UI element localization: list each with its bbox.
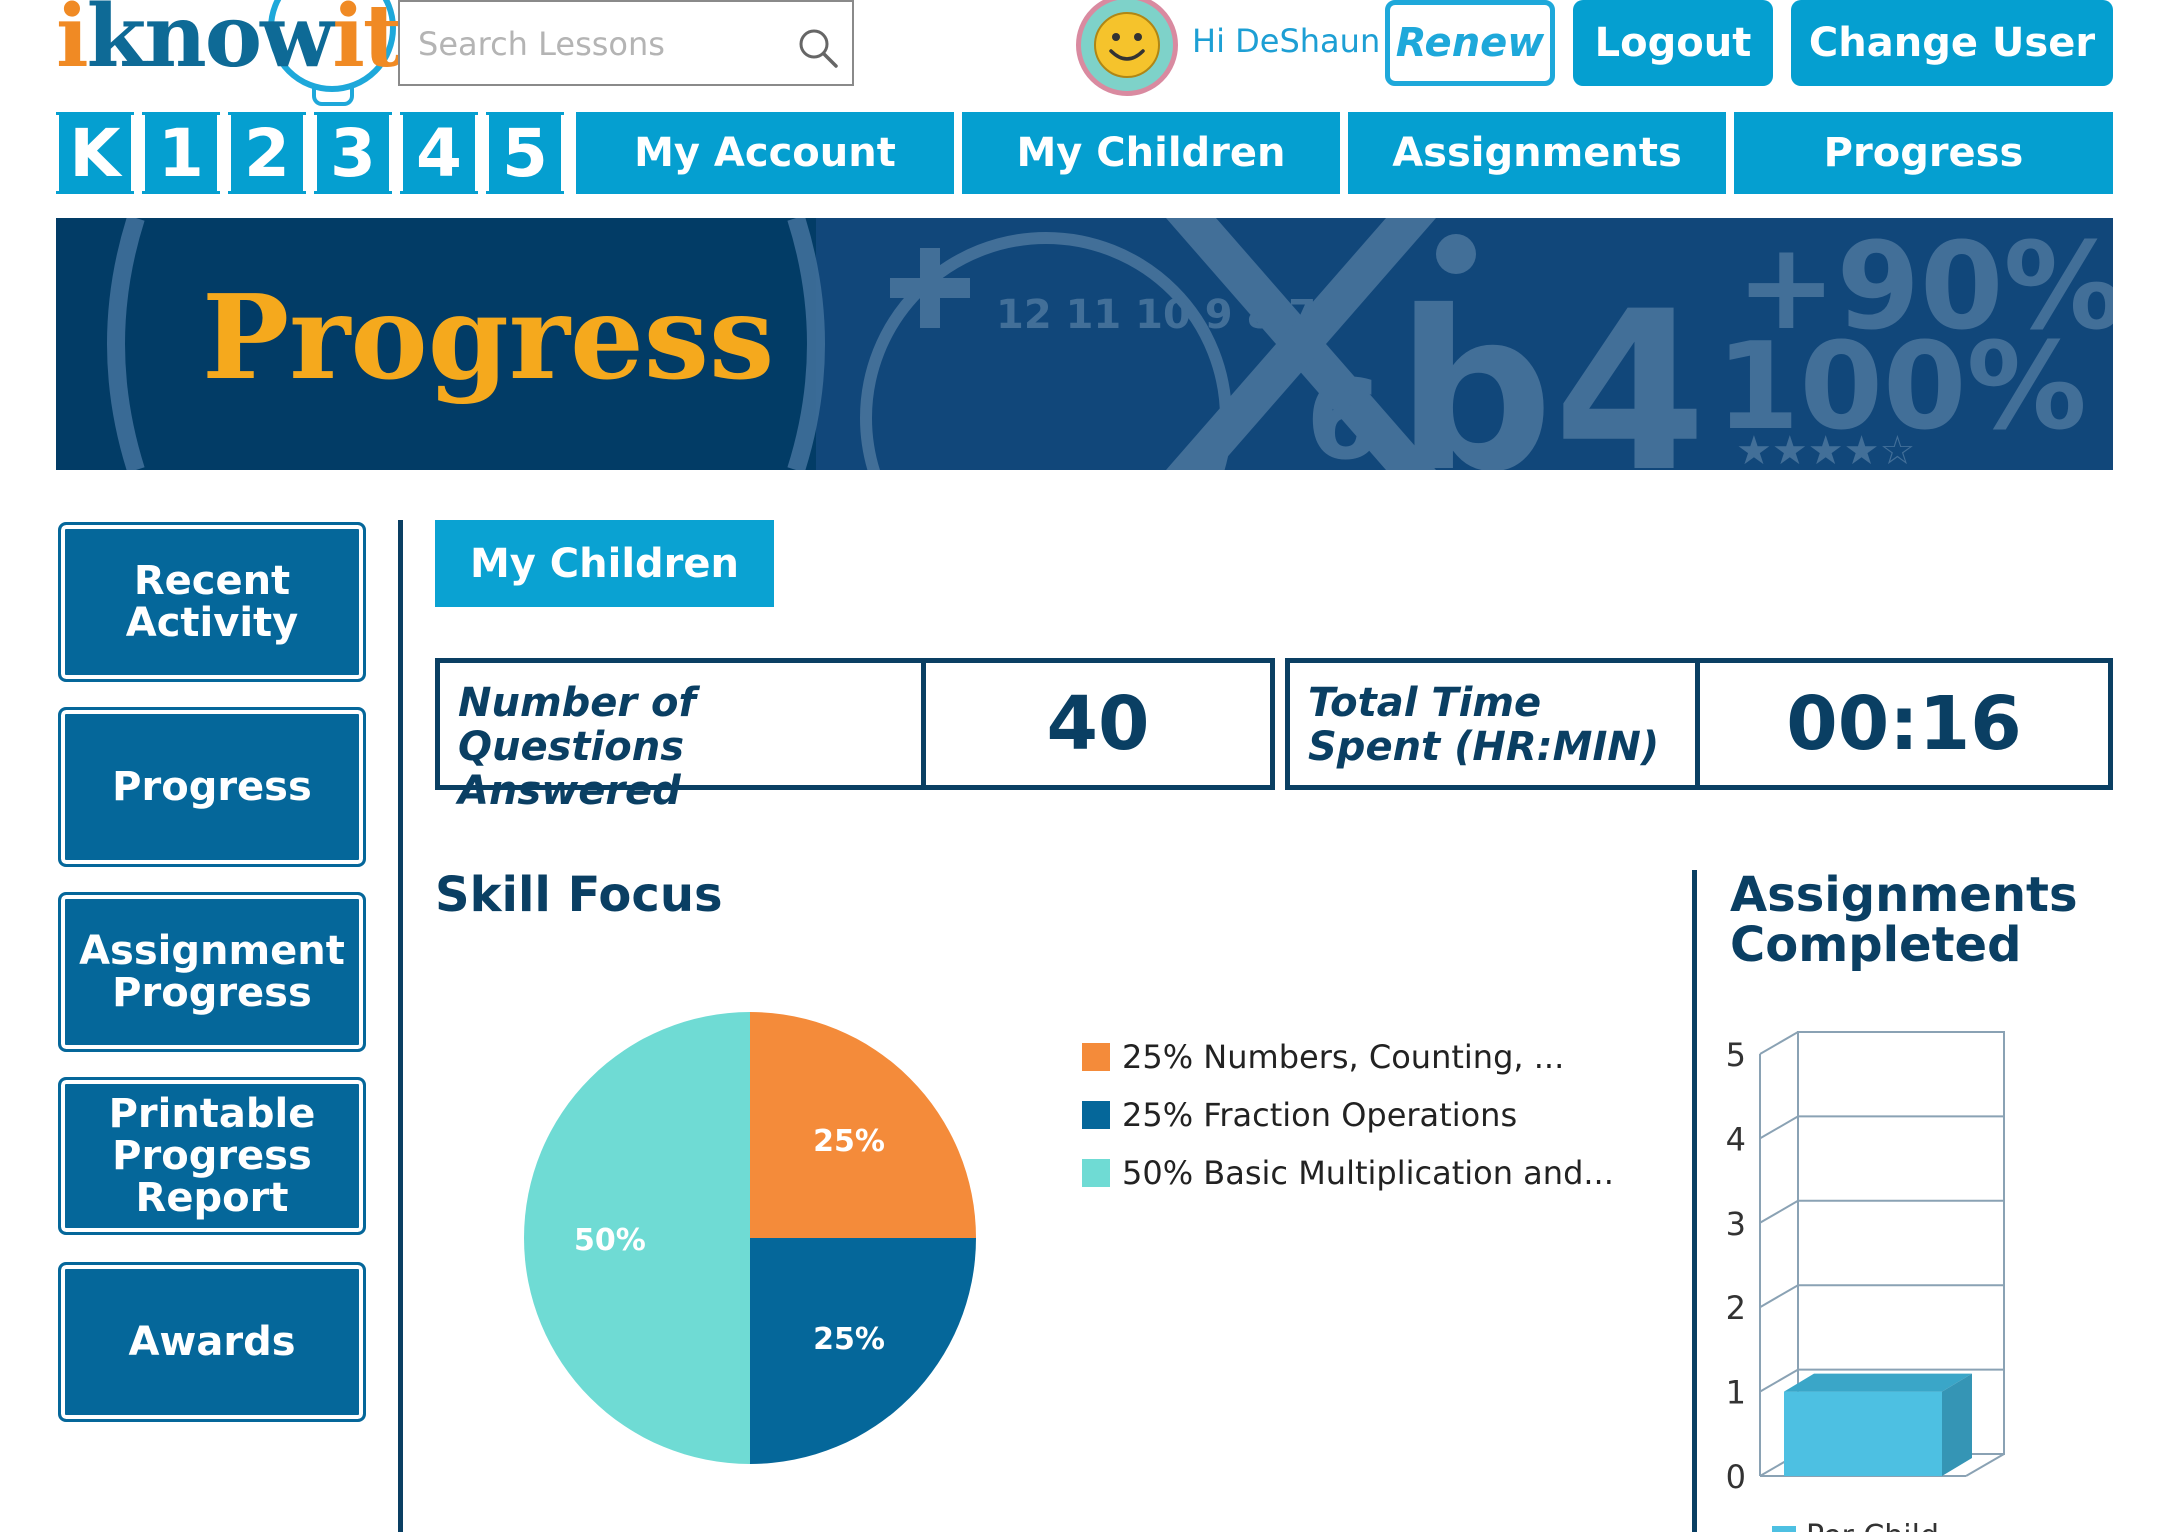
pie-slice-label: 25% (813, 1322, 885, 1357)
y-tick-label: 0 (1726, 1458, 1746, 1496)
y-tick-label: 1 (1726, 1374, 1746, 1412)
legend-item[interactable]: 25% Fraction Operations (1082, 1086, 1614, 1144)
y-tick-label: 5 (1726, 1036, 1746, 1074)
bar-legend-swatch (1772, 1526, 1796, 1532)
legend-swatch (1082, 1101, 1110, 1129)
y-tick-label: 2 (1726, 1289, 1746, 1327)
legend-label: 25% Fraction Operations (1122, 1096, 1518, 1134)
legend-label: 50% Basic Multiplication and... (1122, 1154, 1614, 1192)
gridline-side (1759, 1199, 1799, 1224)
legend-item[interactable]: 50% Basic Multiplication and... (1082, 1144, 1614, 1202)
bar-chart: 0 1 2 3 4 5 Per Child (1726, 1031, 2005, 1532)
page: iknowit Hi DeShaun Renew Logout Change U… (0, 0, 2160, 1532)
gridline-side (1759, 1284, 1799, 1309)
legend-swatch (1082, 1159, 1110, 1187)
charts-surface: 25% 25% 50% 0 1 2 3 4 5 Per Child (524, 1012, 2005, 1532)
legend-swatch (1082, 1043, 1110, 1071)
y-tick-label: 3 (1726, 1205, 1746, 1243)
pie-legend: 25% Numbers, Counting, ... 25% Fraction O… (1082, 1028, 1614, 1202)
bar-top (1784, 1373, 1972, 1392)
bar-side (1942, 1373, 1972, 1476)
pie-chart: 25% 25% 50% (524, 1012, 976, 1464)
bar-legend-label: Per Child (1806, 1519, 1939, 1532)
pie-slice-label: 25% (813, 1124, 885, 1159)
bar-front[interactable] (1784, 1391, 1942, 1476)
legend-item[interactable]: 25% Numbers, Counting, ... (1082, 1028, 1614, 1086)
pie-slice-label: 50% (574, 1223, 646, 1258)
legend-label: 25% Numbers, Counting, ... (1122, 1038, 1565, 1076)
gridline-side (1759, 1031, 1799, 1055)
gridline-side (1759, 1115, 1799, 1140)
y-tick-label: 4 (1726, 1120, 1746, 1158)
